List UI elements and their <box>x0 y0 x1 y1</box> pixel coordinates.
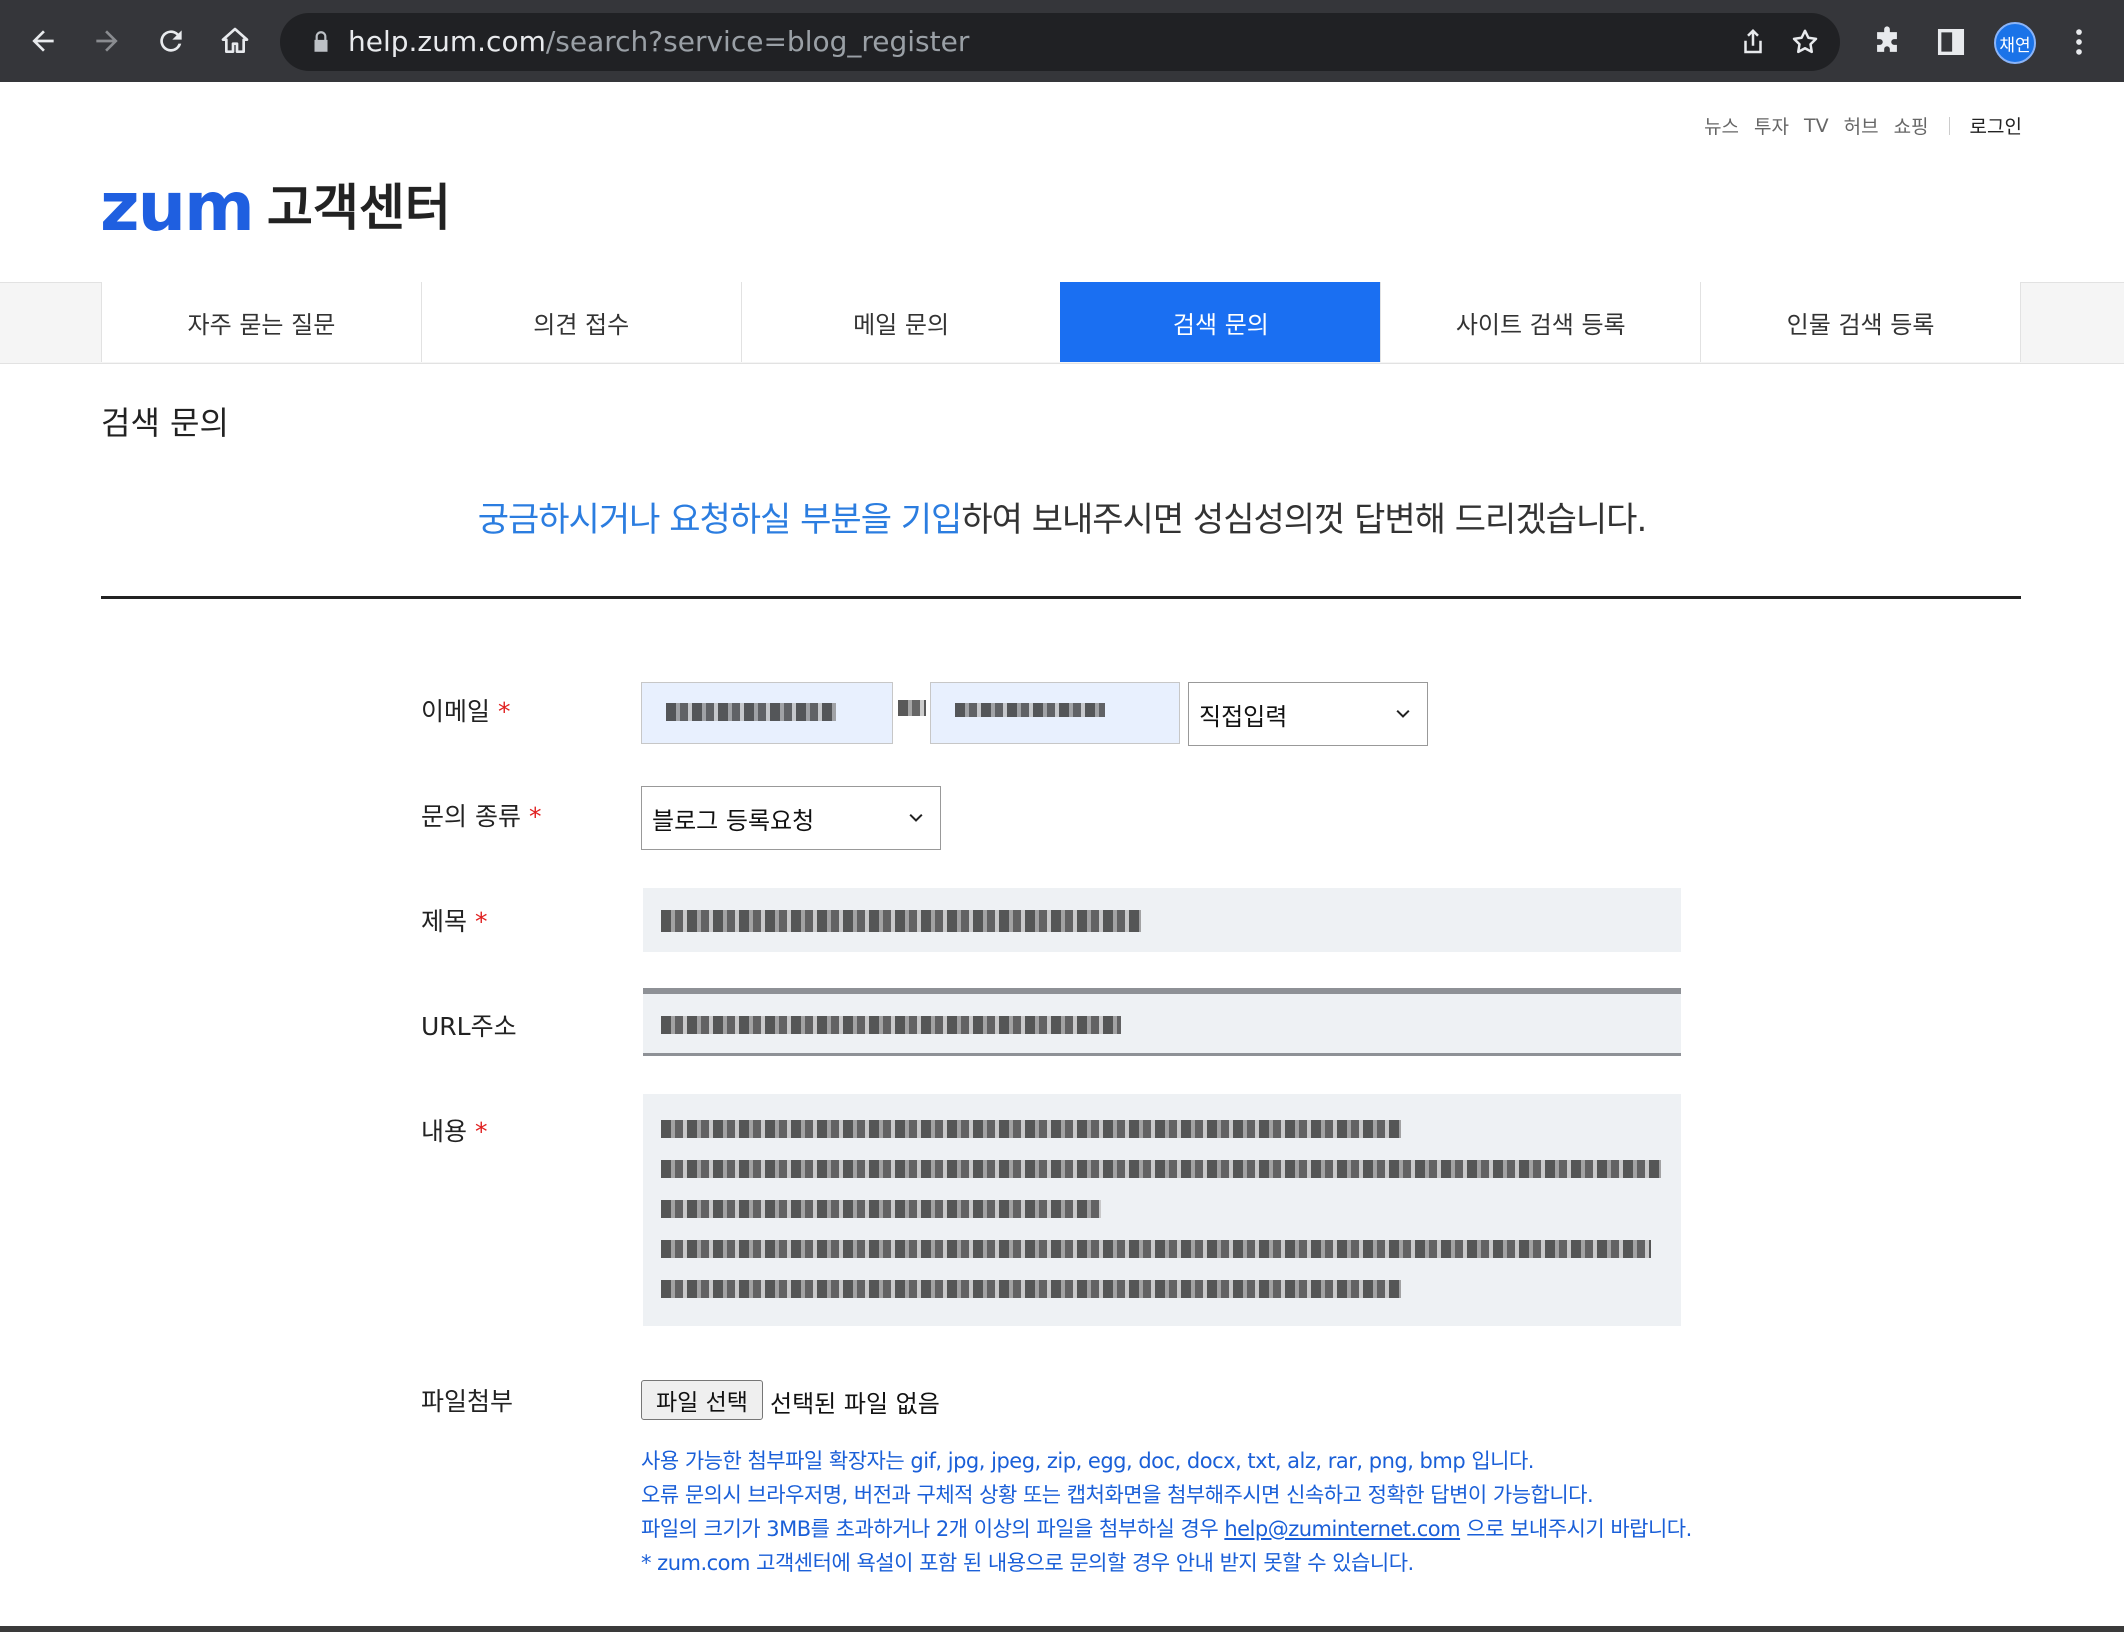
required-mark: * <box>498 697 511 726</box>
email-id-input[interactable] <box>641 682 893 744</box>
attachment-label: 파일첨부 <box>421 1387 514 1416</box>
inquiry-type-label: 문의 종류 * <box>421 802 542 831</box>
tab-feedback[interactable]: 의견 접수 <box>420 282 741 362</box>
redacted-subject <box>661 910 1141 932</box>
section-divider <box>101 596 2021 599</box>
intro-text: 궁금하시거나 요청하실 부분을 기입하여 보내주시면 성심성의껏 답변해 드리겠… <box>0 492 2124 541</box>
main-tabs: 자주 묻는 질문 의견 접수 메일 문의 검색 문의 사이트 검색 등록 인물 … <box>101 282 2021 362</box>
bookmark-star-icon[interactable] <box>1790 27 1820 57</box>
chevron-down-icon <box>1396 709 1410 718</box>
content-label: 내용 * <box>421 1117 488 1146</box>
redacted-content-line <box>661 1200 1101 1218</box>
lock-icon[interactable] <box>308 29 334 55</box>
redacted-content-line <box>661 1240 1651 1258</box>
topnav-hub[interactable]: 허브 <box>1844 112 1879 139</box>
chevron-down-icon <box>909 813 923 822</box>
topnav-invest[interactable]: 투자 <box>1754 112 1789 139</box>
window-bottom-edge <box>0 1626 2124 1632</box>
site-logo[interactable]: zum 고객센터 <box>100 168 451 247</box>
redacted-content-line <box>661 1160 1661 1178</box>
subject-label: 제목 * <box>421 907 488 936</box>
choose-file-button[interactable]: 파일 선택 <box>641 1380 763 1420</box>
help-email-link[interactable]: help@zuminternet.com <box>1224 1517 1460 1541</box>
note-profanity: * zum.com 고객센터에 욕설이 포함 된 내용으로 문의할 경우 안내 … <box>641 1551 1414 1575</box>
login-link[interactable]: 로그인 <box>1970 112 2022 139</box>
note-error-report: 오류 문의시 브라우저명, 버전과 구체적 상황 또는 캡처화면을 첨부해주시면… <box>641 1483 1594 1507</box>
back-icon[interactable] <box>20 18 66 64</box>
redacted-url <box>661 1016 1121 1034</box>
redacted-at-sign <box>898 700 926 716</box>
inquiry-type-select[interactable]: 블로그 등록요청 <box>641 786 941 850</box>
tab-search-inquiry[interactable]: 검색 문의 <box>1060 282 1381 362</box>
page-title: 검색 문의 <box>101 404 229 442</box>
redacted-email-domain <box>955 703 1105 717</box>
required-mark: * <box>475 907 488 936</box>
profile-avatar[interactable]: 채연 <box>1994 22 2036 64</box>
topnav-divider <box>1948 116 1950 135</box>
file-status-text: 선택된 파일 없음 <box>770 1390 940 1418</box>
top-service-nav: 뉴스 투자 TV 허브 쇼핑 로그인 <box>1689 112 2022 139</box>
address-bar[interactable]: help.zum.com/search?service=blog_registe… <box>280 13 1840 71</box>
email-domain-select[interactable]: 직접입력 <box>1188 682 1428 746</box>
attachment-notes: 사용 가능한 첨부파일 확장자는 gif, jpg, jpeg, zip, eg… <box>641 1444 1692 1580</box>
tab-site-search-register[interactable]: 사이트 검색 등록 <box>1380 282 1701 362</box>
url-input[interactable] <box>643 988 1681 1056</box>
topnav-tv[interactable]: TV <box>1804 115 1829 137</box>
required-mark: * <box>475 1117 488 1146</box>
topnav-news[interactable]: 뉴스 <box>1704 112 1739 139</box>
tab-mail-inquiry[interactable]: 메일 문의 <box>740 282 1061 362</box>
logo-brand: zum <box>100 168 255 247</box>
intro-highlight: 궁금하시거나 요청하실 부분을 기입 <box>477 500 963 540</box>
extensions-puzzle-icon[interactable] <box>1870 25 1904 59</box>
reload-icon[interactable] <box>148 18 194 64</box>
email-domain-input[interactable] <box>930 682 1180 744</box>
redacted-content-line <box>661 1280 1401 1298</box>
logo-subtitle: 고객센터 <box>266 179 451 237</box>
topnav-shopping[interactable]: 쇼핑 <box>1894 112 1929 139</box>
content-textarea[interactable] <box>643 1094 1681 1326</box>
url-text[interactable]: help.zum.com/search?service=blog_registe… <box>348 25 969 58</box>
tab-person-search-register[interactable]: 인물 검색 등록 <box>1700 282 2021 362</box>
subject-input[interactable] <box>643 888 1681 952</box>
tab-faq[interactable]: 자주 묻는 질문 <box>101 282 421 362</box>
url-label: URL주소 <box>421 1012 517 1041</box>
forward-icon[interactable] <box>84 18 130 64</box>
intro-rest: 하여 보내주시면 성심성의껏 답변해 드리겠습니다. <box>961 500 1647 540</box>
share-icon[interactable] <box>1738 27 1768 57</box>
browser-toolbar: help.zum.com/search?service=blog_registe… <box>0 0 2124 82</box>
note-extensions: 사용 가능한 첨부파일 확장자는 gif, jpg, jpeg, zip, eg… <box>641 1449 1534 1473</box>
redacted-email-id <box>666 703 836 721</box>
email-domain-select-value: 직접입력 <box>1199 702 1288 731</box>
note-size-limit: 파일의 크기가 3MB를 초과하거나 2개 이상의 파일을 첨부하실 경우 he… <box>641 1517 1692 1541</box>
inquiry-type-select-value: 블로그 등록요청 <box>652 806 815 835</box>
side-panel-icon[interactable] <box>1934 25 1968 59</box>
home-icon[interactable] <box>212 18 258 64</box>
required-mark: * <box>528 802 542 831</box>
more-menu-icon[interactable] <box>2062 25 2096 59</box>
redacted-content-line <box>661 1120 1401 1138</box>
email-label: 이메일 * <box>421 697 511 726</box>
